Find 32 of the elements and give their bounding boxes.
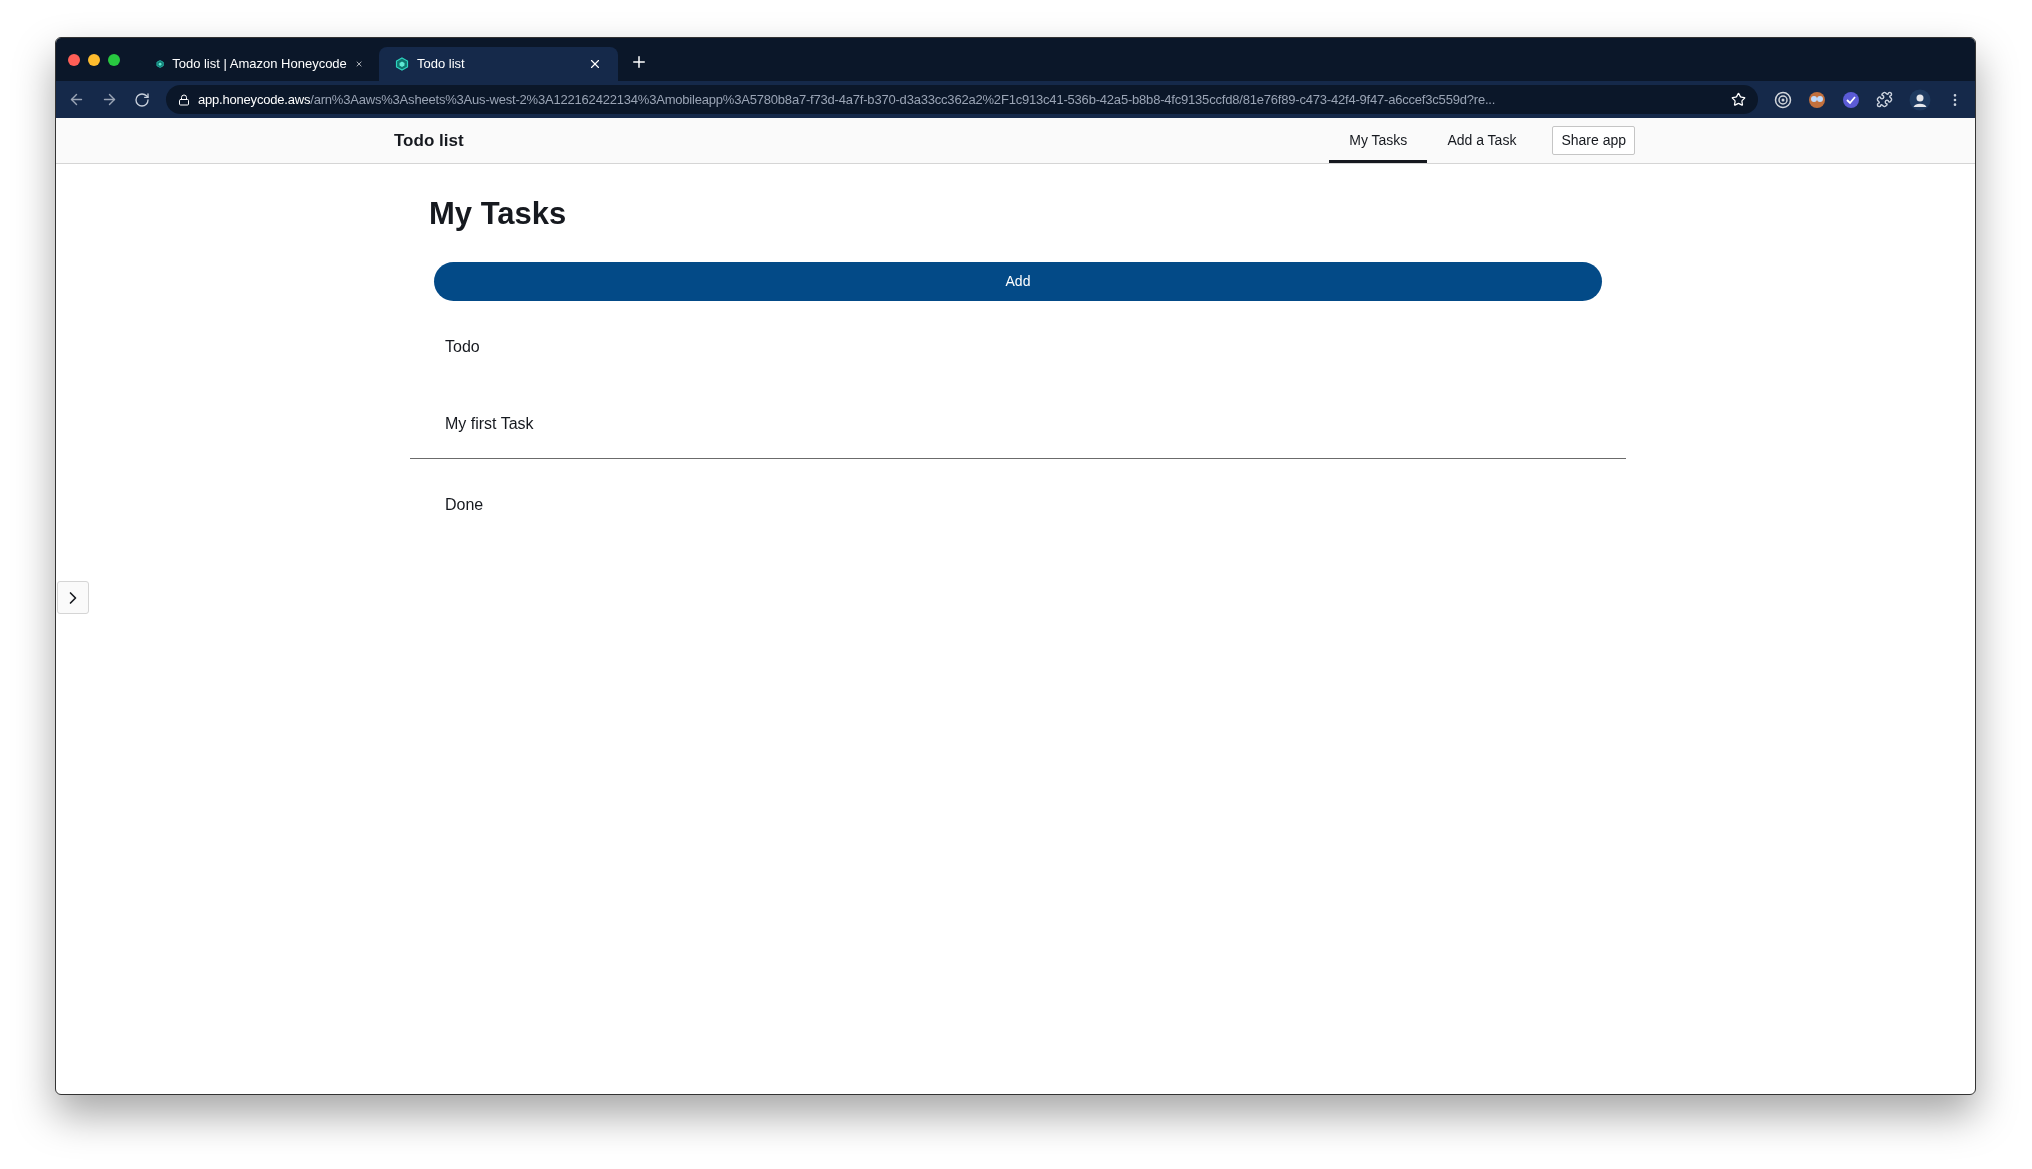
profile-avatar-icon[interactable] bbox=[1909, 88, 1931, 111]
share-app-button[interactable]: Share app bbox=[1552, 126, 1635, 155]
add-button[interactable]: Add bbox=[434, 261, 1602, 301]
group-heading: Done bbox=[445, 494, 485, 515]
group-heading: Todo bbox=[445, 336, 481, 357]
url-text: app.honeycode.aws/arn%3Aaws%3Asheets%3Aus-west-2%3A122162422134%3Amobileapp%3A5780b8a7-f73d-4a7f-b370-d3a33cc362a2%2F1c913c41-536b-42a5-b8b8-4fc9135ccfd8/81e76f89-c473-42f4-9f47-a6ccef3c559d?re... bbox=[198, 90, 1497, 109]
target-icon[interactable] bbox=[1774, 90, 1792, 109]
page-title: My Tasks bbox=[429, 195, 568, 233]
forward-icon[interactable] bbox=[101, 91, 118, 108]
address-bar[interactable]: app.honeycode.aws/arn%3Aaws%3Asheets%3Aus-west-2%3A122162422134%3Amobileapp%3A5780b8a7-f73d-4a7f-b370-d3a33cc362a2%2F1c913c41-536b-42a5-b8b8-4fc9135ccfd8/81e76f89-c473-42f4-9f47-a6ccef3c559d?re... bbox=[166, 85, 1758, 114]
extensions-icon[interactable] bbox=[1876, 91, 1893, 108]
bookmark-star-icon[interactable] bbox=[1731, 92, 1746, 107]
maximize-window-icon[interactable] bbox=[108, 53, 120, 66]
browser-tab[interactable]: Todo list | Amazon Honeycode bbox=[140, 47, 379, 81]
task-item[interactable]: My first Task bbox=[445, 411, 1626, 436]
check-badge-icon[interactable] bbox=[1842, 90, 1860, 109]
minimize-window-icon[interactable] bbox=[88, 53, 100, 66]
tab-title: Todo list | Amazon Honeycode bbox=[172, 55, 347, 74]
reload-icon[interactable] bbox=[134, 91, 150, 108]
nav-tab[interactable]: My Tasks bbox=[1329, 118, 1428, 163]
back-icon[interactable] bbox=[68, 91, 85, 108]
owl-icon[interactable] bbox=[1808, 90, 1826, 109]
tab-title: Todo list bbox=[417, 55, 466, 74]
close-tab-icon[interactable] bbox=[588, 57, 602, 71]
hexagon-icon bbox=[395, 57, 409, 71]
app-title: Todo list bbox=[394, 129, 465, 152]
browser-tab[interactable]: Todo list bbox=[379, 47, 618, 81]
hexagon-icon bbox=[156, 57, 165, 71]
expand-sidebar-button[interactable] bbox=[57, 581, 89, 614]
lock-icon bbox=[178, 93, 190, 106]
close-window-icon[interactable] bbox=[68, 53, 80, 66]
nav-tab[interactable]: Add a Task bbox=[1427, 118, 1537, 163]
